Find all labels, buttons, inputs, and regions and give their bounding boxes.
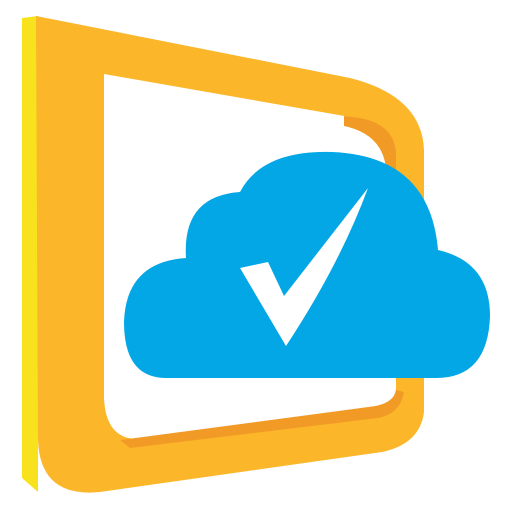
app-icon-svg <box>22 16 490 493</box>
frame-edge-yellow <box>22 16 38 492</box>
cloud-icon <box>124 151 490 378</box>
app-icon <box>0 0 512 512</box>
